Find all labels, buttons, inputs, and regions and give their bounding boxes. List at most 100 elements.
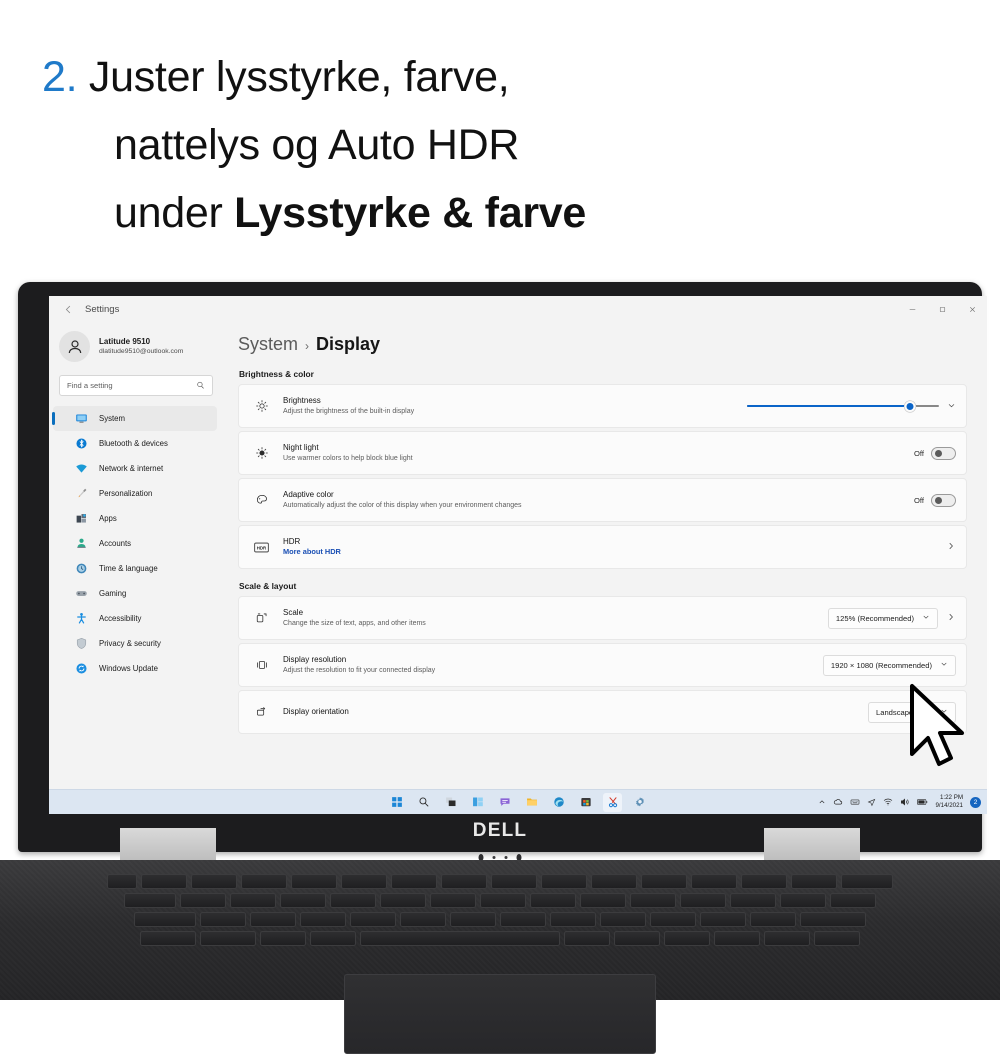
sidebar-item-apps[interactable]: Apps [53, 506, 217, 531]
search-input[interactable]: Find a setting [59, 375, 213, 396]
breadcrumb: System › Display [238, 334, 967, 355]
sidebar-item-accounts[interactable]: Accounts [53, 531, 217, 556]
sidebar-item-label: System [99, 414, 125, 423]
breadcrumb-parent[interactable]: System [238, 334, 298, 355]
sensor-dot [492, 856, 496, 859]
row-display-resolution[interactable]: Display resolution Adjust the resolution… [238, 643, 967, 687]
search-icon[interactable] [414, 793, 433, 812]
edge-icon[interactable] [549, 793, 568, 812]
row-adaptive-color[interactable]: Adaptive color Automatically adjust the … [238, 478, 967, 522]
key [380, 893, 426, 908]
scale-dropdown[interactable]: 125% (Recommended) [827, 607, 938, 629]
keyboard-icon[interactable] [850, 797, 860, 807]
sidebar-item-network-internet[interactable]: Network & internet [53, 456, 217, 481]
row-hdr[interactable]: HDR HDR More about HDR [238, 525, 967, 569]
wifi-icon[interactable] [883, 797, 893, 807]
toggle-knob [934, 450, 942, 457]
user-profile[interactable]: Latitude 9510 dlatitude9510@outlook.com [49, 322, 223, 362]
adaptive-color-toggle-state: Off [914, 495, 924, 505]
file-explorer-icon[interactable] [522, 793, 541, 812]
key [480, 893, 526, 908]
snipping-tool-icon[interactable] [603, 792, 622, 812]
key [300, 912, 346, 927]
profile-email: dlatitude9510@outlook.com [99, 348, 184, 356]
sidebar-item-windows-update[interactable]: Windows Update [53, 656, 217, 681]
clock-time: 1:22 PM [939, 793, 963, 801]
toggle-knob [934, 497, 942, 504]
sidebar-item-label: Time & language [99, 564, 158, 573]
more-about-hdr-link[interactable]: More about HDR [283, 547, 946, 558]
sidebar-item-personalization[interactable]: Personalization [53, 481, 217, 506]
notification-badge[interactable]: 2 [970, 796, 981, 808]
task-view-icon[interactable] [441, 793, 460, 812]
row-night-light[interactable]: Night light Use warmer colors to help bl… [238, 431, 967, 475]
chevron-down-icon[interactable] [947, 401, 956, 412]
key [400, 912, 446, 927]
sidebar-item-accessibility[interactable]: Accessibility [53, 606, 217, 631]
store-icon[interactable] [576, 793, 595, 812]
sidebar-item-label: Privacy & security [99, 639, 161, 648]
maximize-button[interactable] [927, 296, 957, 322]
key [691, 874, 737, 889]
sidebar-item-bluetooth-devices[interactable]: Bluetooth & devices [53, 431, 217, 456]
chat-icon[interactable] [495, 793, 514, 812]
key [791, 874, 837, 889]
start-icon[interactable] [387, 793, 406, 812]
apps-icon [75, 512, 88, 525]
key [750, 912, 796, 927]
slider-fill [747, 405, 911, 408]
instruction-line-2: nattelys og Auto HDR [114, 120, 520, 169]
onedrive-icon[interactable] [833, 797, 843, 807]
display-resolution-dropdown[interactable]: 1920 × 1080 (Recommended) [822, 654, 956, 676]
taskbar-clock[interactable]: 1:22 PM 9/14/2021 [935, 794, 963, 811]
key [630, 893, 676, 908]
update-icon [75, 662, 88, 675]
sidebar-item-label: Bluetooth & devices [99, 439, 168, 448]
sidebar-item-gaming[interactable]: Gaming [53, 581, 217, 606]
row-title: Scale [283, 608, 304, 618]
paintbrush-icon [75, 487, 88, 500]
slider-thumb[interactable] [904, 400, 916, 412]
brightness-slider[interactable] [747, 399, 939, 413]
key [541, 874, 587, 889]
widgets-icon[interactable] [468, 793, 487, 812]
row-subtitle: Automatically adjust the color of this d… [283, 501, 522, 509]
monitor-icon [75, 412, 88, 425]
sidebar-item-time-language[interactable]: Time & language [53, 556, 217, 581]
battery-icon[interactable] [917, 798, 928, 806]
key [600, 912, 646, 927]
display-orientation-dropdown[interactable]: Landscape [868, 701, 956, 723]
location-icon[interactable] [867, 798, 876, 807]
accessibility-icon [75, 612, 88, 625]
key [330, 893, 376, 908]
chevron-down-icon [940, 660, 948, 670]
key [250, 912, 296, 927]
close-button[interactable] [957, 296, 987, 322]
chevron-right-icon[interactable] [946, 612, 956, 625]
row-scale[interactable]: Scale Change the size of text, apps, and… [238, 596, 967, 640]
hdr-icon: HDR [252, 538, 271, 557]
row-brightness[interactable]: Brightness Adjust the brightness of the … [238, 384, 967, 428]
settings-icon[interactable] [630, 793, 649, 812]
sidebar-item-privacy-security[interactable]: Privacy & security [53, 631, 217, 656]
minimize-button[interactable] [897, 296, 927, 322]
key [714, 931, 760, 946]
row-title: Display resolution [283, 655, 347, 665]
key [141, 874, 187, 889]
night-light-toggle[interactable] [931, 446, 956, 460]
chevron-up-icon[interactable] [818, 798, 826, 806]
gamepad-icon [75, 587, 88, 600]
sidebar-item-system[interactable]: System [52, 406, 217, 431]
adaptive-color-toggle[interactable] [931, 493, 956, 507]
profile-name: Latitude 9510 [99, 336, 151, 346]
key [780, 893, 826, 908]
key [664, 931, 710, 946]
orientation-icon [252, 703, 271, 722]
person-icon [59, 331, 90, 362]
back-arrow-icon[interactable] [55, 298, 81, 320]
key [280, 893, 326, 908]
settings-content: System › Display Brightness & color Brig… [223, 322, 987, 814]
row-display-orientation[interactable]: Display orientation Landscape [238, 690, 967, 734]
volume-icon[interactable] [900, 797, 910, 807]
chevron-right-icon[interactable] [946, 541, 956, 554]
